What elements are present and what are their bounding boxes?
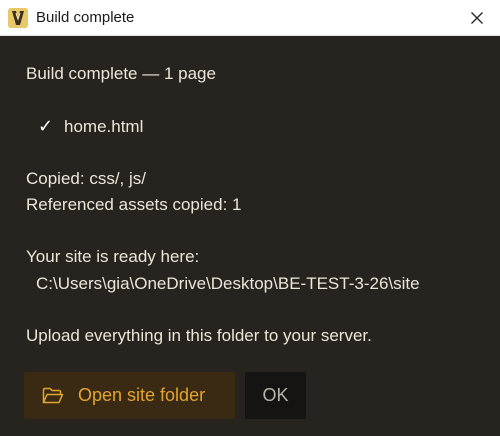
- build-summary-heading: Build complete — 1 page: [26, 64, 216, 83]
- built-file-item: ✓ home.html: [38, 115, 143, 138]
- ok-button[interactable]: OK: [245, 372, 306, 419]
- check-icon: ✓: [38, 116, 54, 136]
- built-file-name: home.html: [64, 117, 144, 136]
- upload-instructions: Upload everything in this folder to your…: [26, 326, 372, 345]
- app-logo-icon: [8, 8, 28, 28]
- folder-open-icon: [42, 387, 64, 404]
- open-site-folder-button[interactable]: Open site folder: [24, 372, 235, 419]
- site-path-text: C:\Users\gia\OneDrive\Desktop\BE-TEST-3-…: [36, 274, 420, 293]
- build-complete-dialog: Build complete Build complete — 1 page ✓…: [0, 0, 500, 436]
- title-bar: Build complete: [0, 0, 500, 36]
- open-site-folder-label: Open site folder: [78, 385, 206, 405]
- close-button[interactable]: [454, 0, 500, 36]
- assets-copied-text: Referenced assets copied: 1: [26, 195, 242, 214]
- window-title: Build complete: [36, 9, 135, 26]
- close-icon: [471, 12, 483, 24]
- copied-folders-text: Copied: css/, js/: [26, 169, 146, 188]
- site-ready-label: Your site is ready here:: [26, 247, 200, 266]
